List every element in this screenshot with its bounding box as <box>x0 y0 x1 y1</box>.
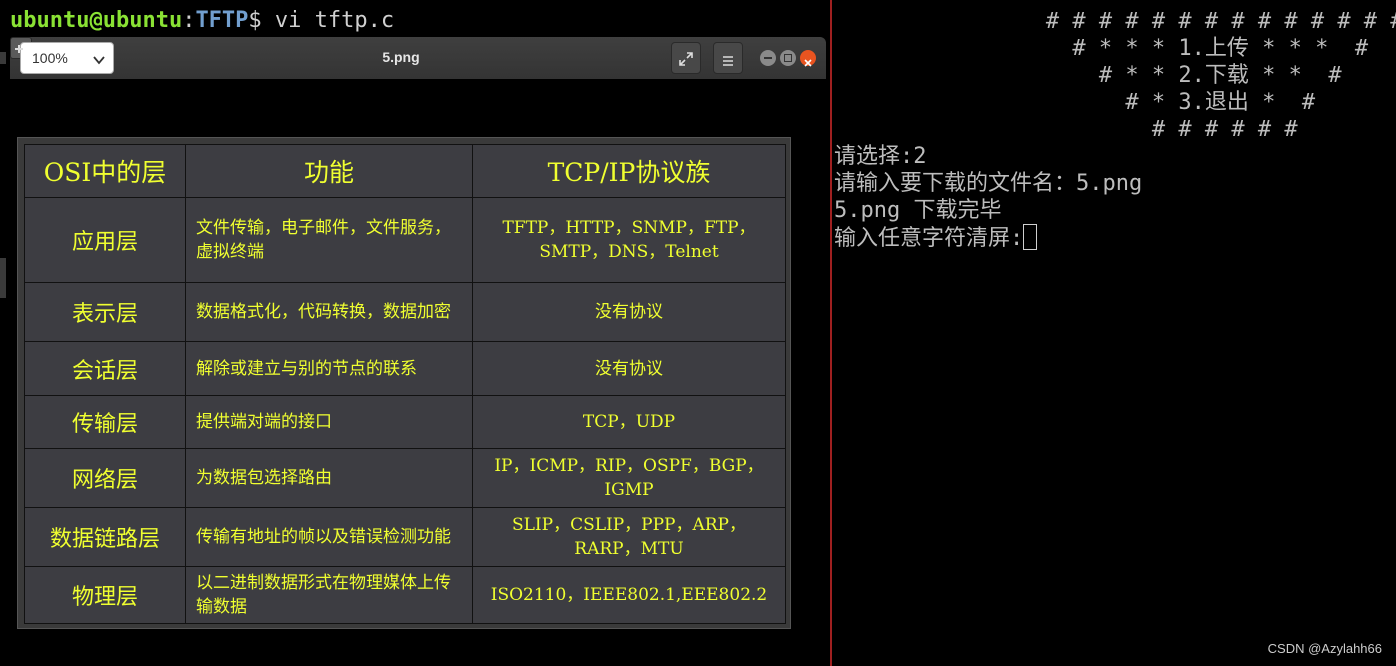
menu-line: # # # # # # <box>834 117 1298 142</box>
function-cell: 为数据包选择路由 <box>185 448 473 508</box>
right-terminal[interactable]: # # # # # # # # # # # # # # # * * * 1.上传… <box>832 0 1396 666</box>
function-cell: 以二进制数据形式在物理媒体上传输数据 <box>185 566 473 624</box>
table-header-cell: OSI中的层 <box>24 144 186 198</box>
hamburger-icon <box>722 52 734 71</box>
menu-line: # # # # # # # # # # # # # # <box>834 9 1396 34</box>
expand-icon <box>679 51 693 70</box>
osi-table: OSI中的层 功能 TCP/IP协议族 应用层 文件传输，电子邮件，文件服务，虚… <box>24 144 786 624</box>
protocol-cell: 没有协议 <box>472 282 786 342</box>
output-line: 请选择:2 <box>834 144 927 169</box>
table-row: 数据链路层 传输有地址的帧以及错误检测功能 SLIP，CSLIP，PPP，ARP… <box>24 507 786 567</box>
table-row: 物理层 以二进制数据形式在物理媒体上传输数据 ISO2110，IEEE802.1… <box>24 566 786 624</box>
prompt-user-host: ubuntu@ubuntu <box>10 8 183 33</box>
maximize-icon <box>784 54 792 62</box>
protocol-cell: SLIP，CSLIP，PPP，ARP，RARP，MTU <box>472 507 786 567</box>
layer-cell: 网络层 <box>24 448 186 508</box>
table-header-cell: 功能 <box>185 144 473 198</box>
function-cell: 数据格式化，代码转换，数据加密 <box>185 282 473 342</box>
scroll-mark <box>0 52 6 64</box>
layer-cell: 表示层 <box>24 282 186 342</box>
text-cursor[interactable] <box>1023 224 1038 250</box>
viewer-header-bar[interactable]: 100% 5.png <box>10 37 826 79</box>
function-cell: 文件传输，电子邮件，文件服务，虚拟终端 <box>185 197 473 283</box>
close-button[interactable] <box>800 50 816 67</box>
left-terminal[interactable]: ubuntu@ubuntu:TFTP$ vi tftp.c 100% 5.png <box>0 0 830 666</box>
scroll-mark <box>0 258 6 298</box>
layer-cell: 传输层 <box>24 395 186 449</box>
protocol-cell: TFTP，HTTP，SNMP，FTP，SMTP，DNS，Telnet <box>472 197 786 283</box>
displayed-image: OSI中的层 功能 TCP/IP协议族 应用层 文件传输，电子邮件，文件服务，虚… <box>17 137 791 629</box>
protocol-cell: ISO2110，IEEE802.1,EEE802.2 <box>472 566 786 624</box>
table-header-row: OSI中的层 功能 TCP/IP协议族 <box>24 144 786 198</box>
layer-cell: 物理层 <box>24 566 186 624</box>
input-prompt-line[interactable]: 输入任意字符清屏: <box>834 224 1038 251</box>
image-viewer-window[interactable]: 100% 5.png OSI中的层 功能 TCP/IP协议族 应用层 文件传输，… <box>10 37 826 666</box>
protocol-cell: 没有协议 <box>472 341 786 396</box>
input-prompt-text: 输入任意字符清屏: <box>834 226 1024 251</box>
maximize-button[interactable] <box>780 50 796 66</box>
function-cell: 提供端对端的接口 <box>185 395 473 449</box>
watermark: CSDN @Azylahh66 <box>1267 641 1382 656</box>
menu-line: # * 3.退出 * # <box>834 90 1316 115</box>
layer-cell: 会话层 <box>24 341 186 396</box>
output-line: 请输入要下载的文件名：5.png <box>834 171 1143 196</box>
table-row: 网络层 为数据包选择路由 IP，ICMP，RIP，OSPF，BGP，IGMP <box>24 448 786 508</box>
function-cell: 传输有地址的帧以及错误检测功能 <box>185 507 473 567</box>
output-line: 5.png 下载完毕 <box>834 198 1002 223</box>
prompt-dollar: $ <box>248 8 262 33</box>
protocol-cell: IP，ICMP，RIP，OSPF，BGP，IGMP <box>472 448 786 508</box>
table-row: 表示层 数据格式化，代码转换，数据加密 没有协议 <box>24 282 786 342</box>
table-row: 会话层 解除或建立与别的节点的联系 没有协议 <box>24 341 786 396</box>
menu-line: # * * * 1.上传 * * * # <box>834 36 1369 61</box>
minimize-icon <box>764 57 772 59</box>
fullscreen-button[interactable] <box>671 42 701 74</box>
protocol-cell: TCP，UDP <box>472 395 786 449</box>
function-cell: 解除或建立与别的节点的联系 <box>185 341 473 396</box>
close-icon <box>803 53 813 72</box>
prompt-path: TFTP <box>195 8 249 33</box>
layer-cell: 应用层 <box>24 197 186 283</box>
table-header-cell: TCP/IP协议族 <box>472 144 786 198</box>
prompt-colon: : <box>182 8 196 33</box>
prompt-command: vi tftp.c <box>261 8 395 33</box>
table-row: 传输层 提供端对端的接口 TCP，UDP <box>24 395 786 449</box>
layer-cell: 数据链路层 <box>24 507 186 567</box>
minimize-button[interactable] <box>760 50 776 66</box>
menu-button[interactable] <box>713 42 743 74</box>
menu-line: # * * 2.下载 * * # <box>834 63 1342 88</box>
shell-prompt: ubuntu@ubuntu:TFTP$ vi tftp.c <box>10 6 394 36</box>
table-row: 应用层 文件传输，电子邮件，文件服务，虚拟终端 TFTP，HTTP，SNMP，F… <box>24 197 786 283</box>
